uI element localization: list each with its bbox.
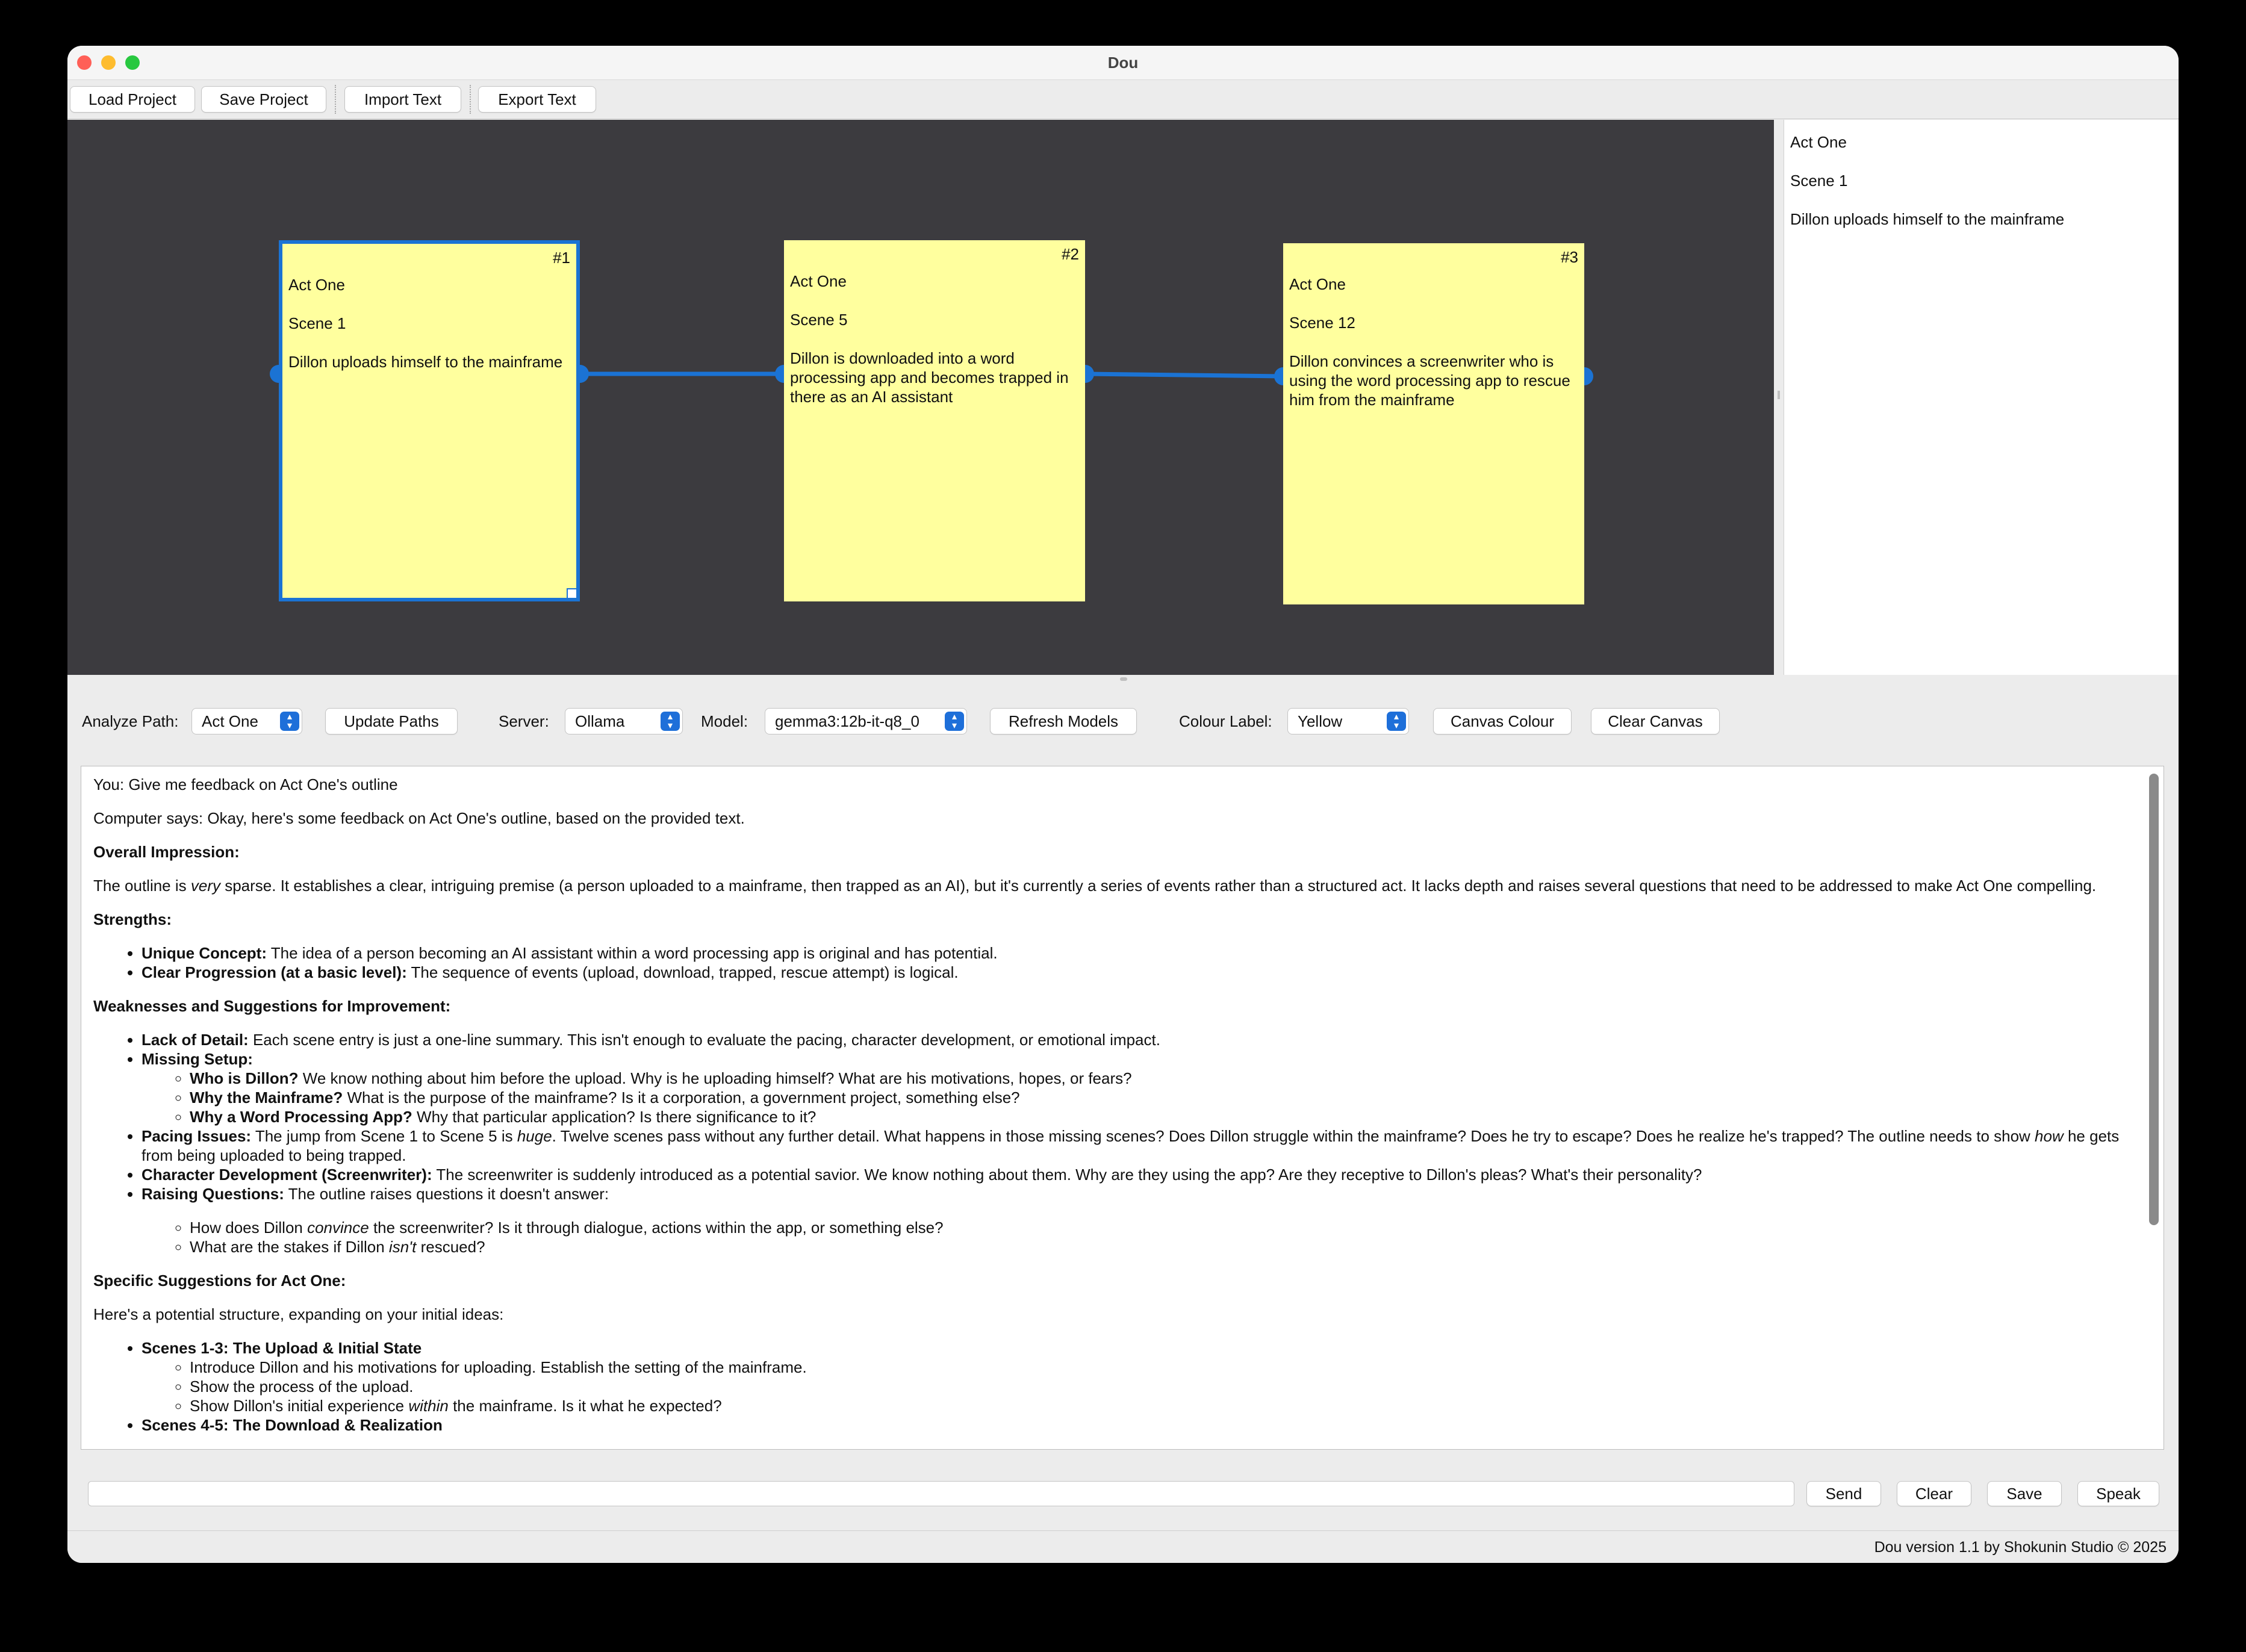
card-detail-panel[interactable]: Act One Scene 1 Dillon uploads himself t… — [1784, 120, 2179, 675]
list-item: Unique Concept: The idea of a person bec… — [142, 943, 2127, 963]
assistant-message-intro: Computer says: Okay, here's some feedbac… — [93, 809, 745, 827]
card-resize-handle[interactable] — [567, 588, 577, 599]
refresh-models-button[interactable]: Refresh Models — [990, 708, 1137, 734]
model-select[interactable]: gemma3:12b-it-q8_0 ▴ ▾ — [765, 708, 967, 734]
speak-button[interactable]: Speak — [2077, 1481, 2159, 1506]
card-act: Act One — [1289, 275, 1346, 293]
section-heading: Weaknesses and Suggestions for Improveme… — [93, 997, 451, 1015]
detail-act: Act One — [1790, 133, 1847, 151]
analyze-path-label: Analyze Path: — [82, 712, 179, 730]
colour-label-label: Colour Label: — [1179, 712, 1272, 730]
list-item: Scenes 4-5: The Download & Realization — [142, 1415, 2127, 1435]
card-number: #1 — [553, 249, 570, 267]
user-message: You: Give me feedback on Act One's outli… — [93, 775, 398, 793]
send-button[interactable]: Send — [1806, 1481, 1881, 1506]
card-number: #2 — [1062, 245, 1079, 263]
version-text: Dou version 1.1 by Shokunin Studio © 202… — [1874, 1539, 2167, 1556]
server-select[interactable]: Ollama ▴ ▾ — [565, 708, 683, 734]
window-title: Dou — [1107, 54, 1139, 72]
toolbar-separator — [335, 85, 336, 114]
list-item: Character Development (Screenwriter): Th… — [142, 1165, 2127, 1184]
card-number: #3 — [1561, 248, 1578, 266]
card-act: Act One — [288, 276, 345, 294]
list-item: Introduce Dillon and his motivations for… — [190, 1358, 2127, 1377]
clear-button[interactable]: Clear — [1897, 1481, 1971, 1506]
colour-label-value: Yellow — [1298, 712, 1343, 730]
card-scene: Scene 1 — [288, 314, 346, 332]
toolbar-separator — [470, 85, 471, 114]
list-item: Show the process of the upload. — [190, 1377, 2127, 1396]
horizontal-splitter[interactable] — [67, 675, 2179, 683]
model-label: Model: — [701, 712, 748, 730]
list-item: Missing Setup: Who is Dillon? We know no… — [142, 1049, 2127, 1126]
load-project-button[interactable]: Load Project — [70, 86, 195, 113]
import-text-button[interactable]: Import Text — [344, 86, 461, 113]
server-label: Server: — [499, 712, 549, 730]
list-item: Raising Questions: The outline raises qu… — [142, 1184, 2127, 1256]
card-description: Dillon uploads himself to the mainframe — [288, 353, 563, 371]
canvas-colour-button[interactable]: Canvas Colour — [1433, 708, 1572, 734]
paragraph: Here's a potential structure, expanding … — [93, 1305, 504, 1323]
card-description: Dillon convinces a screenwriter who is u… — [1289, 352, 1570, 409]
list-item: Scenes 1-3: The Upload & Initial State I… — [142, 1338, 2127, 1415]
story-canvas[interactable]: #1 Act One Scene 1 Dillon uploads himsel… — [67, 120, 1774, 675]
analyze-path-select[interactable]: Act One ▴ ▾ — [191, 708, 302, 734]
card-description: Dillon is downloaded into a word process… — [790, 349, 1069, 406]
section-heading: Overall Impression: — [93, 843, 240, 861]
story-card-1[interactable]: #1 Act One Scene 1 Dillon uploads himsel… — [279, 240, 580, 601]
suggestions-list: Scenes 1-3: The Upload & Initial State I… — [93, 1338, 2127, 1435]
list-item: What are the stakes if Dillon isn't resc… — [190, 1237, 2127, 1256]
chat-input[interactable] — [88, 1481, 1794, 1506]
chat-transcript[interactable]: You: Give me feedback on Act One's outli… — [81, 766, 2164, 1450]
model-value: gemma3:12b-it-q8_0 — [775, 712, 919, 730]
toolbar: Load Project Save Project Import Text Ex… — [67, 80, 2179, 119]
list-item: How does Dillon convince the screenwrite… — [190, 1218, 2127, 1237]
export-text-button[interactable]: Export Text — [478, 86, 596, 113]
card-act: Act One — [790, 272, 847, 290]
detail-description: Dillon uploads himself to the mainframe — [1790, 210, 2065, 228]
strengths-list: Unique Concept: The idea of a person bec… — [93, 943, 2127, 982]
connection-line[interactable] — [1084, 371, 1284, 379]
select-arrows-icon: ▴ ▾ — [945, 712, 964, 731]
list-item: Lack of Detail: Each scene entry is just… — [142, 1030, 2127, 1049]
server-value: Ollama — [575, 712, 625, 730]
analyze-path-value: Act One — [202, 712, 258, 730]
section-heading: Strengths: — [93, 910, 172, 928]
select-arrows-icon: ▴ ▾ — [280, 712, 299, 731]
card-scene: Scene 5 — [790, 311, 848, 329]
detail-scene: Scene 1 — [1790, 172, 1848, 190]
paragraph: The outline is very sparse. It establish… — [93, 877, 2097, 895]
colour-label-select[interactable]: Yellow ▴ ▾ — [1287, 708, 1409, 734]
save-button[interactable]: Save — [1987, 1481, 2062, 1506]
chat-scrollbar[interactable] — [2149, 774, 2159, 1225]
status-bar: Dou version 1.1 by Shokunin Studio © 202… — [67, 1530, 2179, 1563]
list-item: Show Dillon's initial experience within … — [190, 1396, 2127, 1415]
update-paths-button[interactable]: Update Paths — [325, 708, 458, 734]
card-scene: Scene 12 — [1289, 314, 1355, 332]
section-heading: Specific Suggestions for Act One: — [93, 1272, 346, 1290]
vertical-splitter[interactable] — [1774, 120, 1784, 675]
controls-bar: Analyze Path: Act One ▴ ▾ Update Paths Se… — [67, 703, 2179, 739]
app-window: Dou Load Project Save Project Import Tex… — [67, 46, 2179, 1563]
save-project-button[interactable]: Save Project — [201, 86, 326, 113]
story-card-3[interactable]: #3 Act One Scene 12 Dillon convinces a s… — [1283, 243, 1584, 604]
chat-input-row: Send Clear Save Speak — [67, 1476, 2179, 1512]
weaknesses-list: Lack of Detail: Each scene entry is just… — [93, 1030, 2127, 1256]
select-arrows-icon: ▴ ▾ — [661, 712, 680, 731]
select-arrows-icon: ▴ ▾ — [1387, 712, 1406, 731]
list-item: Clear Progression (at a basic level): Th… — [142, 963, 2127, 982]
list-item: Why a Word Processing App? Why that part… — [190, 1107, 2127, 1126]
list-item: Why the Mainframe? What is the purpose o… — [190, 1088, 2127, 1107]
title-bar: Dou — [67, 46, 2179, 80]
story-card-2[interactable]: #2 Act One Scene 5 Dillon is downloaded … — [784, 240, 1085, 601]
list-item: Who is Dillon? We know nothing about him… — [190, 1069, 2127, 1088]
clear-canvas-button[interactable]: Clear Canvas — [1591, 708, 1720, 734]
list-item: Pacing Issues: The jump from Scene 1 to … — [142, 1126, 2127, 1165]
